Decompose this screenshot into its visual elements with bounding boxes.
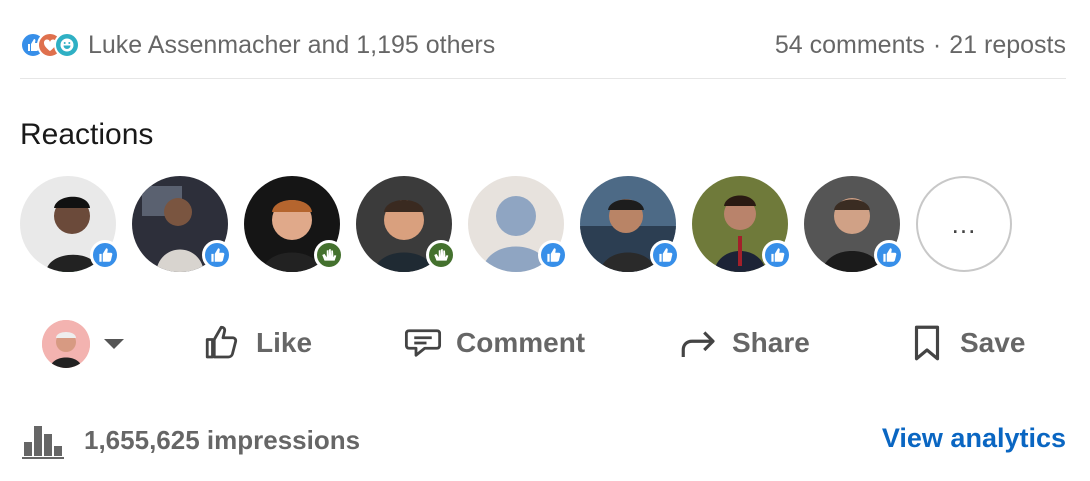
bar-chart-icon (22, 426, 64, 459)
reactors-text[interactable]: Luke Assenmacher and 1,195 others (88, 31, 495, 60)
reactor-avatar[interactable] (244, 176, 344, 272)
post-action-bar: Like Comment Share Save (20, 314, 1066, 374)
like-badge (650, 240, 680, 270)
share-button[interactable]: Share (678, 322, 810, 364)
praise-badge (314, 240, 344, 270)
like-button[interactable]: Like (202, 322, 312, 364)
reactor-avatar[interactable] (468, 176, 568, 272)
impressions-count: 1,655,625 impressions (84, 424, 361, 455)
chevron-down-icon (104, 339, 124, 349)
reposts-count-link[interactable]: 21 reposts (949, 31, 1066, 60)
avatar (42, 320, 90, 368)
like-badge (762, 240, 792, 270)
thumbs-up-icon (205, 325, 238, 359)
engagement-counts: 54 comments · 21 reposts (775, 31, 1066, 60)
reactor-avatar[interactable] (20, 176, 120, 272)
social-counts-bar: Luke Assenmacher and 1,195 others 54 com… (20, 22, 1066, 68)
bookmark-icon (914, 325, 940, 361)
like-badge (538, 240, 568, 270)
reactor-avatar[interactable] (580, 176, 680, 272)
reactor-avatar[interactable] (356, 176, 456, 272)
separator-dot: · (932, 30, 942, 59)
like-icon (547, 248, 561, 262)
like-icon (771, 248, 785, 262)
reactions-avatar-row: ... (20, 176, 1012, 272)
like-icon (883, 248, 897, 262)
comments-count-link[interactable]: 54 comments (775, 31, 925, 60)
comment-button[interactable]: Comment (402, 322, 585, 364)
share-arrow-icon (681, 331, 715, 357)
reactor-avatar[interactable] (132, 176, 232, 272)
reaction-icons (20, 32, 80, 58)
like-icon (211, 248, 225, 262)
comment-icon (404, 329, 442, 357)
reactor-avatar[interactable] (804, 176, 904, 272)
reactors-summary[interactable]: Luke Assenmacher and 1,195 others (20, 31, 495, 60)
share-label: Share (732, 327, 810, 358)
divider (20, 78, 1066, 79)
reactions-title: Reactions (20, 118, 154, 151)
like-badge (202, 240, 232, 270)
clapping-hands-icon (322, 249, 337, 261)
like-label: Like (256, 327, 313, 358)
save-button[interactable]: Save (906, 322, 1025, 364)
funny-icon (54, 32, 80, 58)
comment-label: Comment (456, 327, 586, 358)
praise-badge (426, 240, 456, 270)
save-label: Save (960, 327, 1026, 358)
impressions-summary: 1,655,625 impressions (20, 420, 360, 460)
more-reactions-button[interactable]: ... (916, 176, 1012, 272)
clapping-hands-icon (434, 249, 449, 261)
post-as-selector[interactable] (42, 320, 124, 368)
view-analytics-link[interactable]: View analytics (882, 423, 1066, 454)
like-icon (99, 248, 113, 262)
like-icon (659, 248, 673, 262)
like-badge (90, 240, 120, 270)
reactor-avatar[interactable] (692, 176, 792, 272)
like-badge (874, 240, 904, 270)
